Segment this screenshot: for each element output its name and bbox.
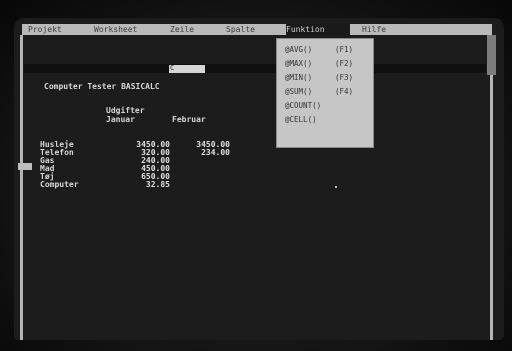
shortcut-key: (F4) bbox=[335, 87, 354, 96]
menu-item-label: @CELL() bbox=[285, 115, 317, 124]
window-frame-left bbox=[20, 35, 23, 340]
menu-worksheet[interactable]: Worksheet bbox=[94, 24, 137, 35]
menu-spalte[interactable]: Spalte bbox=[226, 24, 255, 35]
cell-cursor[interactable] bbox=[169, 65, 205, 73]
menu-projekt[interactable]: Projekt bbox=[28, 24, 62, 35]
row-label: Computer bbox=[40, 180, 79, 189]
menu-funktion[interactable]: Funktion bbox=[286, 24, 350, 35]
cell-februar[interactable]: 234.00 bbox=[182, 149, 230, 157]
menu-bar: Projekt Worksheet Zeile Spalte Funktion … bbox=[22, 24, 492, 35]
menu-item-label: @COUNT() bbox=[285, 101, 322, 110]
col-header-januar: Januar bbox=[106, 115, 135, 124]
shortcut-key: (F2) bbox=[335, 59, 354, 68]
window-frame-right bbox=[490, 35, 493, 340]
function-dropdown-menu: @AVG() (F1) @MAX() (F2) @MIN() (F3) @SUM… bbox=[276, 38, 374, 148]
header-label: Udgifter bbox=[106, 106, 145, 115]
cell-januar[interactable]: 32.85 bbox=[122, 181, 170, 189]
vertical-scrollbar[interactable] bbox=[487, 35, 496, 75]
mouse-pointer bbox=[335, 186, 337, 188]
shortcut-key: (F3) bbox=[335, 73, 354, 82]
menu-item-label: @AVG() bbox=[285, 45, 313, 54]
screen: Projekt Worksheet Zeile Spalte Funktion … bbox=[14, 18, 504, 340]
menu-item-label: @SUM() bbox=[285, 87, 313, 96]
cell-indicator: C bbox=[170, 64, 175, 72]
menu-item-label: @MAX() bbox=[285, 59, 313, 68]
menu-item-label: @MIN() bbox=[285, 73, 313, 82]
shortcut-key: (F1) bbox=[335, 45, 354, 54]
sheet-title: Computer Tester BASICALC bbox=[44, 82, 160, 91]
menu-hilfe[interactable]: Hilfe bbox=[362, 24, 386, 35]
row-cursor bbox=[18, 163, 32, 170]
column-ruler bbox=[24, 64, 486, 73]
menu-zeile[interactable]: Zeile bbox=[170, 24, 194, 35]
col-header-februar: Februar bbox=[172, 115, 206, 124]
